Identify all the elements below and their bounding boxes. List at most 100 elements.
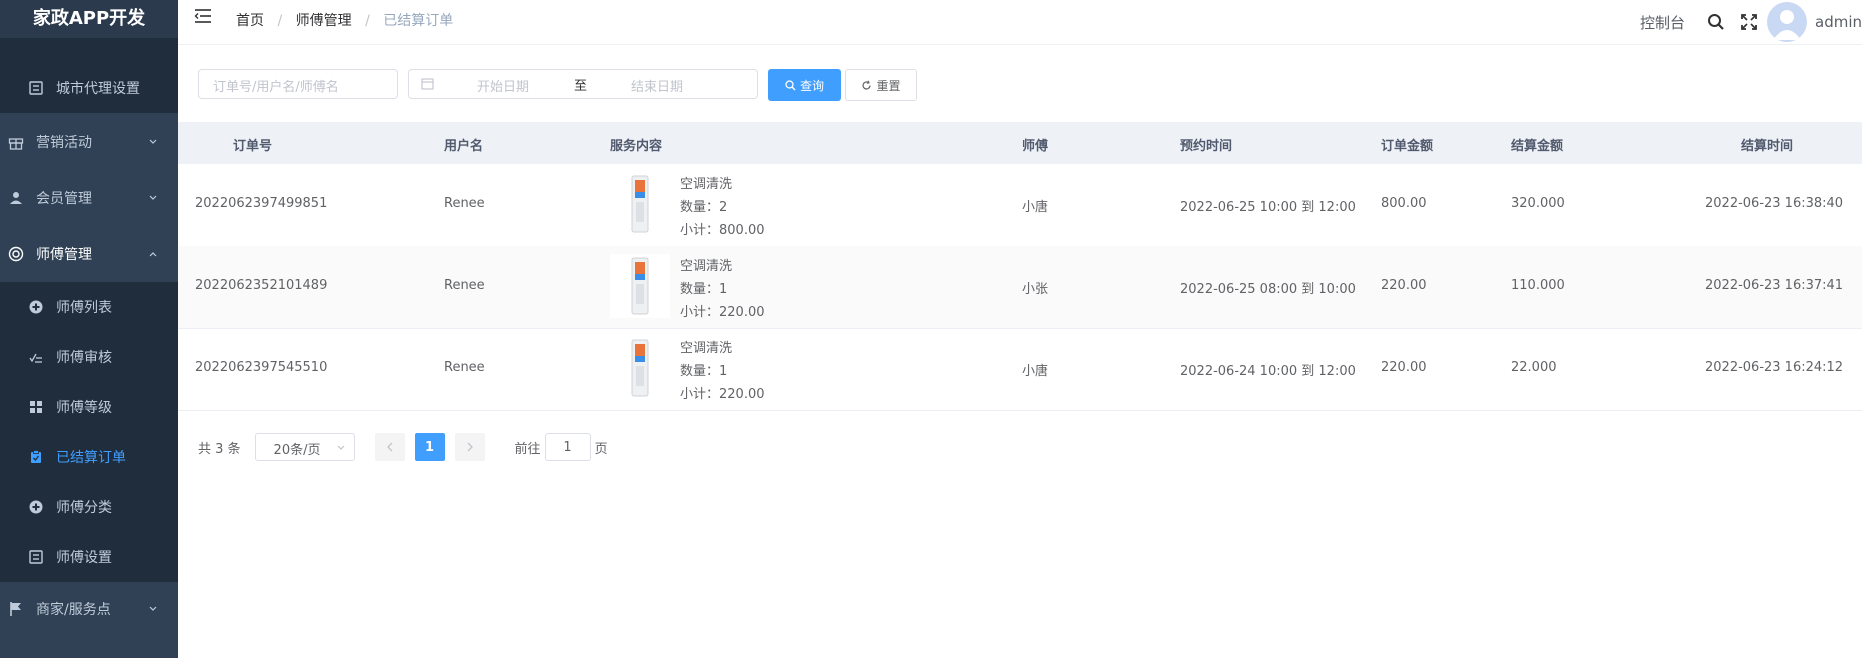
fullscreen-icon[interactable] [1741,14,1757,30]
sidebar-item-master-category[interactable]: 师傅分类 [0,482,178,532]
reset-button-label: 重置 [876,78,901,93]
order-amount: 220.00 [1381,360,1427,375]
master-name: 小唐 [1022,200,1049,215]
service-name: 空调清洗 [680,341,733,356]
lifebuoy-icon [8,246,24,262]
start-date-placeholder[interactable]: 开始日期 [477,76,529,95]
page-size-select[interactable]: 20条/页 [254,433,355,461]
menu-fold-icon[interactable] [194,8,212,28]
page-unit: 页 [594,441,608,457]
next-page-button[interactable] [454,433,485,461]
sidebar-item-master-review[interactable]: 师傅审核 [0,332,178,382]
table-row: 2022062397545510 Renee 空调清洗 数量：1 小计：220.… [178,328,1862,411]
settle-amount: 110.000 [1511,278,1565,293]
pagination-total: 共 3 条 [198,441,241,457]
settle-time: 2022-06-23 16:38:40 [1705,196,1844,211]
service-name: 空调清洗 [680,177,733,192]
sidebar-item-label: 会员管理 [36,191,92,207]
username[interactable]: admin [1815,13,1862,31]
table-header: 订单号 用户名 服务内容 师傅 预约时间 订单金额 结算金额 结算时间 [178,122,1862,164]
sidebar-item-label: 师傅等级 [56,400,112,416]
breadcrumb-separator: / [365,13,370,29]
sidebar-item-city-agent[interactable]: 城市代理设置 [0,63,178,113]
settle-time: 2022-06-23 16:37:41 [1705,278,1844,293]
settle-amount: 320.000 [1511,196,1565,211]
goto-page-input[interactable]: 1 [544,433,591,461]
breadcrumb: 首页 / 师傅管理 / 已结算订单 [236,10,453,30]
gift-icon [8,134,24,150]
circle-plus-icon [28,299,44,315]
sidebar-item-settled-orders[interactable]: 已结算订单 [0,432,178,482]
product-thumbnail [610,336,670,400]
goto-page-value: 1 [563,439,572,455]
chevron-down-icon [148,135,158,151]
search-input[interactable]: 订单号/用户名/师傅名 [198,69,398,99]
end-date-placeholder[interactable]: 结束日期 [631,76,683,95]
col-settle-amount: 结算金额 [1511,139,1564,154]
page-size-value: 20条/页 [273,443,321,458]
sidebar-item-label: 商家/服务点 [36,602,111,618]
chevron-right-icon [466,442,474,452]
date-range-picker[interactable]: 开始日期 至 结束日期 [408,69,758,99]
order-amount: 800.00 [1381,196,1427,211]
query-button-label: 查询 [799,78,824,93]
prev-page-button[interactable] [374,433,405,461]
sidebar-item-master-list[interactable]: 师傅列表 [0,282,178,332]
refresh-icon [861,80,872,91]
sidebar-item-label: 师傅设置 [56,550,112,566]
clipboard-check-icon [28,449,44,465]
chevron-up-icon [148,247,158,263]
sidebar-item-master-level[interactable]: 师傅等级 [0,382,178,432]
sidebar-item-masters[interactable]: 师傅管理 [0,229,178,279]
appointment-time: 2022-06-25 10:00 到 12:00 [1180,200,1356,215]
breadcrumb-masters[interactable]: 师傅管理 [296,13,352,29]
sidebar-item-label: 师傅列表 [56,300,112,316]
checklist-icon [28,349,44,365]
col-appointment: 预约时间 [1180,139,1233,154]
breadcrumb-home[interactable]: 首页 [236,13,264,29]
settings-panel-icon [28,549,44,565]
service-subtotal: 小计：220.00 [680,387,765,402]
sidebar-item-members[interactable]: 会员管理 [0,173,178,223]
app-logo: 家政APP开发 [0,0,178,38]
calendar-icon [421,77,434,94]
sidebar-item-marketing[interactable]: 营销活动 [0,117,178,167]
flag-icon [8,601,24,617]
service-qty: 数量：1 [680,282,728,297]
chevron-down-icon [148,191,158,207]
col-order-amount: 订单金额 [1381,139,1434,154]
sidebar-item-merchants[interactable]: 商家/服务点 [0,584,178,634]
breadcrumb-current: 已结算订单 [383,13,454,29]
avatar[interactable] [1767,2,1807,42]
settings-panel-icon [28,80,44,96]
service-name: 空调清洗 [680,259,733,274]
grid-icon [28,399,44,415]
service-qty: 数量：1 [680,364,728,379]
settle-amount: 22.000 [1511,360,1557,375]
sidebar-item-master-settings[interactable]: 师傅设置 [0,532,178,582]
order-no: 2022062397545510 [195,360,328,375]
page-number-current[interactable]: 1 [414,433,445,461]
order-amount: 220.00 [1381,278,1427,293]
col-service: 服务内容 [610,139,663,154]
col-master: 师傅 [1022,139,1049,154]
chevron-down-icon [336,442,346,457]
service-subtotal: 小计：220.00 [680,305,765,320]
user-icon [8,190,24,206]
order-no: 2022062352101489 [195,278,328,293]
user-name: Renee [444,360,485,375]
range-separator: 至 [574,79,588,94]
master-name: 小张 [1022,282,1049,297]
service-subtotal: 小计：800.00 [680,223,765,238]
console-link[interactable]: 控制台 [1640,12,1685,33]
sidebar-item-label: 师傅审核 [56,350,112,366]
order-no: 2022062397499851 [195,196,328,211]
user-name: Renee [444,278,485,293]
sidebar-item-label: 城市代理设置 [56,81,140,97]
query-button[interactable]: 查询 [768,69,841,101]
col-user: 用户名 [444,139,484,154]
user-name: Renee [444,196,485,211]
search-icon[interactable] [1707,13,1725,31]
reset-button[interactable]: 重置 [845,69,917,101]
product-thumbnail [610,254,670,318]
